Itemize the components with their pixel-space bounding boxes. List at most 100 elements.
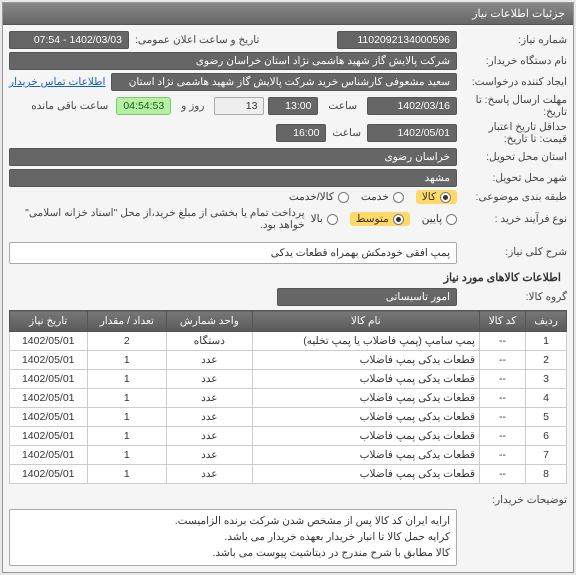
deadline-time: 13:00 xyxy=(268,97,318,115)
cell-code: -- xyxy=(479,427,525,446)
label-hour2: ساعت xyxy=(326,127,367,139)
th-row: ردیف xyxy=(526,311,567,332)
cell-qty: 1 xyxy=(87,351,167,370)
cell-qty: 1 xyxy=(87,427,167,446)
label-city: شهر محل تحویل: xyxy=(457,172,567,184)
cell-unit: عدد xyxy=(167,465,252,484)
contact-link[interactable]: اطلاعات تماس خریدار xyxy=(9,76,105,88)
cell-unit: دستگاه xyxy=(167,332,252,351)
radio-mid[interactable]: متوسط xyxy=(350,212,410,226)
table-row[interactable]: 1--پمپ سامپ (پمپ فاضلاب یا پمپ تخلیه)دست… xyxy=(10,332,567,351)
radio-dot-icon xyxy=(446,214,457,225)
province: خراسان رضوی xyxy=(9,148,457,166)
cell-unit: عدد xyxy=(167,370,252,389)
cell-name: قطعات یدکی پمپ فاضلاب xyxy=(252,389,479,408)
th-code: کد کالا xyxy=(479,311,525,332)
cell-code: -- xyxy=(479,446,525,465)
cell-qty: 2 xyxy=(87,332,167,351)
table-row[interactable]: 7--قطعات یدکی پمپ فاضلابعدد11402/05/01 xyxy=(10,446,567,465)
label-buyer-desc: توضیحات خریدار: xyxy=(457,490,567,506)
th-unit: واحد شمارش xyxy=(167,311,252,332)
th-qty: تعداد / مقدار xyxy=(87,311,167,332)
cell-row: 3 xyxy=(526,370,567,389)
label-province: استان محل تحویل: xyxy=(457,151,567,163)
cell-code: -- xyxy=(479,389,525,408)
cell-name: پمپ سامپ (پمپ فاضلاب یا پمپ تخلیه) xyxy=(252,332,479,351)
label-deadline: مهلت ارسال پاسخ: تا تاریخ: xyxy=(457,94,567,118)
cell-row: 4 xyxy=(526,389,567,408)
radio-high[interactable]: بالا xyxy=(311,213,338,225)
category-radios: کالا خدمت کالا/خدمت xyxy=(289,190,457,204)
valid-time: 16:00 xyxy=(276,124,326,142)
table-row[interactable]: 5--قطعات یدکی پمپ فاضلابعدد11402/05/01 xyxy=(10,408,567,427)
panel-title: جزئیات اطلاعات نیاز xyxy=(3,3,573,25)
cell-qty: 1 xyxy=(87,465,167,484)
cell-unit: عدد xyxy=(167,446,252,465)
public-datetime: 1402/03/03 - 07:54 xyxy=(9,31,129,49)
cell-code: -- xyxy=(479,351,525,370)
cell-code: -- xyxy=(479,332,525,351)
label-buytype: نوع فرآیند خرید : xyxy=(457,213,567,225)
radio-goods-label: کالا xyxy=(422,191,436,203)
table-row[interactable]: 6--قطعات یدکی پمپ فاضلابعدد11402/05/01 xyxy=(10,427,567,446)
cell-name: قطعات یدکی پمپ فاضلاب xyxy=(252,351,479,370)
days-remaining: 13 xyxy=(214,97,264,115)
requester-name: سعید مشعوفی کارشناس خرید شرکت پالایش گاز… xyxy=(111,73,457,91)
cell-date: 1402/05/01 xyxy=(10,370,88,389)
buyer-description: ارایه ایران کد کالا پس از مشخص شدن شرکت … xyxy=(9,509,457,566)
radio-high-label: بالا xyxy=(311,213,323,225)
radio-goods[interactable]: کالا xyxy=(416,190,457,204)
cell-qty: 1 xyxy=(87,389,167,408)
cell-name: قطعات یدکی پمپ فاضلاب xyxy=(252,446,479,465)
radio-low[interactable]: پایین xyxy=(422,213,457,225)
cell-unit: عدد xyxy=(167,389,252,408)
cell-date: 1402/05/01 xyxy=(10,389,88,408)
cell-unit: عدد xyxy=(167,427,252,446)
cell-code: -- xyxy=(479,465,525,484)
label-remain: ساعت باقی مانده xyxy=(31,100,108,112)
cell-row: 7 xyxy=(526,446,567,465)
goods-group: امور تاسیساتی xyxy=(277,288,457,306)
radio-both-label: کالا/خدمت xyxy=(289,191,334,203)
desc-line: کالا مطابق با شرح مندرج در دیتاشیت پیوست… xyxy=(16,546,450,562)
label-requester: ایجاد کننده درخواست: xyxy=(457,76,567,88)
table-row[interactable]: 2--قطعات یدکی پمپ فاضلابعدد11402/05/01 xyxy=(10,351,567,370)
table-row[interactable]: 4--قطعات یدکی پمپ فاضلابعدد11402/05/01 xyxy=(10,389,567,408)
radio-dot-icon xyxy=(327,214,338,225)
cell-qty: 1 xyxy=(87,446,167,465)
cell-name: قطعات یدکی پمپ فاضلاب xyxy=(252,370,479,389)
table-row[interactable]: 3--قطعات یدکی پمپ فاضلابعدد11402/05/01 xyxy=(10,370,567,389)
cell-row: 2 xyxy=(526,351,567,370)
valid-date: 1402/05/01 xyxy=(367,124,457,142)
buytype-radios: پایین متوسط بالا xyxy=(311,212,457,226)
label-group: گروه کالا: xyxy=(457,291,567,303)
table-row[interactable]: 8--قطعات یدکی پمپ فاضلابعدد11402/05/01 xyxy=(10,465,567,484)
cell-name: قطعات یدکی پمپ فاضلاب xyxy=(252,465,479,484)
cell-qty: 1 xyxy=(87,370,167,389)
cell-date: 1402/05/01 xyxy=(10,351,88,370)
radio-service[interactable]: خدمت xyxy=(361,191,404,203)
details-panel: جزئیات اطلاعات نیاز شماره نیاز: 11020921… xyxy=(2,2,574,573)
cell-date: 1402/05/01 xyxy=(10,446,88,465)
cell-unit: عدد xyxy=(167,351,252,370)
cell-row: 8 xyxy=(526,465,567,484)
cell-qty: 1 xyxy=(87,408,167,427)
cell-date: 1402/05/01 xyxy=(10,427,88,446)
cell-code: -- xyxy=(479,408,525,427)
buyer-name: شرکت پالایش گاز شهید هاشمی نژاد استان خر… xyxy=(9,52,457,70)
th-name: نام کالا xyxy=(252,311,479,332)
radio-dot-icon xyxy=(338,192,349,203)
cell-name: قطعات یدکی پمپ فاضلاب xyxy=(252,427,479,446)
payment-note: پرداخت تمام یا بخشی از مبلغ خرید،از محل … xyxy=(9,207,311,231)
th-date: تاریخ نیاز xyxy=(10,311,88,332)
label-day: روز و xyxy=(175,100,210,112)
countdown-timer: 04:54:53 xyxy=(116,97,171,115)
radio-dot-icon xyxy=(393,214,404,225)
desc-line: ارایه ایران کد کالا پس از مشخص شدن شرکت … xyxy=(16,514,450,530)
cell-row: 5 xyxy=(526,408,567,427)
goods-table: ردیف کد کالا نام کالا واحد شمارش تعداد /… xyxy=(9,310,567,484)
radio-both[interactable]: کالا/خدمت xyxy=(289,191,349,203)
radio-low-label: پایین xyxy=(422,213,442,225)
cell-date: 1402/05/01 xyxy=(10,465,88,484)
need-number: 1102092134000596 xyxy=(337,31,457,49)
